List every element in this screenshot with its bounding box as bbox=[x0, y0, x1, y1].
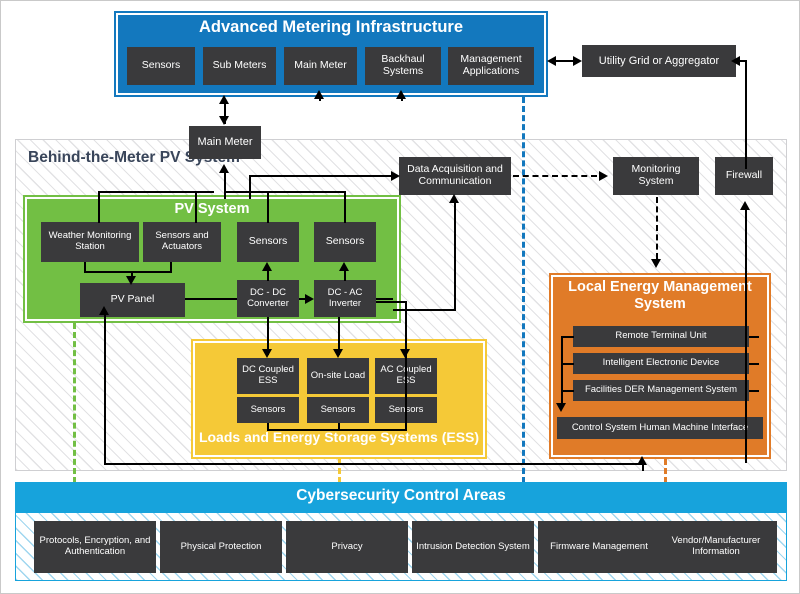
ami-cyber-link bbox=[522, 97, 525, 483]
main-meter-node[interactable]: Main Meter bbox=[189, 126, 261, 159]
pv-node-sensors-dcdc[interactable]: Sensors bbox=[237, 222, 299, 262]
pv-node-dc-ac-inverter[interactable]: DC - AC Inverter bbox=[314, 280, 376, 317]
lems-cyber-link bbox=[664, 459, 667, 483]
ami-node-sensors[interactable]: Sensors bbox=[127, 47, 195, 85]
data-acquisition-node[interactable]: Data Acquisition and Communication bbox=[399, 157, 511, 195]
cyber-node-firmware-management[interactable]: Firmware Management bbox=[538, 521, 660, 573]
pv-node-dc-dc-converter[interactable]: DC - DC Converter bbox=[237, 280, 299, 317]
cyber-node-physical-protection[interactable]: Physical Protection bbox=[160, 521, 282, 573]
cyber-node-vendor-manufacturer-information[interactable]: Vendor/Manufacturer Information bbox=[655, 521, 777, 573]
diagram-canvas: Behind-the-Meter PV System Advanced Mete… bbox=[0, 0, 800, 594]
cybersecurity-title: Cybersecurity Control Areas bbox=[296, 487, 506, 504]
ess-node-sensors-load[interactable]: Sensors bbox=[307, 397, 369, 423]
ess-node-on-site-load[interactable]: On-site Load bbox=[307, 358, 369, 394]
cyber-node-privacy[interactable]: Privacy bbox=[286, 521, 408, 573]
lems-node-intelligent-electronic-device[interactable]: Intelligent Electronic Device bbox=[573, 353, 749, 374]
pv-node-sensors-dcac[interactable]: Sensors bbox=[314, 222, 376, 262]
pv-node-weather-monitoring-station[interactable]: Weather Monitoring Station bbox=[41, 222, 139, 262]
monitoring-system-node[interactable]: Monitoring System bbox=[613, 157, 699, 195]
pv-node-pv-panel[interactable]: PV Panel bbox=[80, 283, 185, 317]
ami-node-management-applications[interactable]: Management Applications bbox=[448, 47, 534, 85]
ami-title: Advanced Metering Infrastructure bbox=[198, 18, 464, 36]
lems-node-remote-terminal-unit[interactable]: Remote Terminal Unit bbox=[573, 326, 749, 347]
ami-node-backhaul-systems[interactable]: Backhaul Systems bbox=[365, 47, 441, 85]
ami-node-main-meter[interactable]: Main Meter bbox=[284, 47, 357, 85]
lems-node-facilities-der-management-system[interactable]: Facilities DER Management System bbox=[573, 380, 749, 401]
lems-node-control-system-hmi[interactable]: Control System Human Machine Interface bbox=[557, 417, 763, 439]
ess-title: Loads and Energy Storage Systems (ESS) bbox=[198, 429, 480, 445]
lems-title: Local Energy Management System bbox=[568, 279, 752, 312]
cyber-node-intrusion-detection-system[interactable]: Intrusion Detection System bbox=[412, 521, 534, 573]
ami-node-sub-meters[interactable]: Sub Meters bbox=[203, 47, 276, 85]
utility-grid-node[interactable]: Utility Grid or Aggregator bbox=[582, 45, 736, 77]
firewall-node[interactable]: Firewall bbox=[715, 157, 773, 195]
cyber-node-protocols-encryption-authentication[interactable]: Protocols, Encryption, and Authenticatio… bbox=[34, 521, 156, 573]
pv-node-sensors-and-actuators[interactable]: Sensors and Actuators bbox=[143, 222, 221, 262]
pv-cyber-link bbox=[73, 323, 76, 483]
ess-node-sensors-dc[interactable]: Sensors bbox=[237, 397, 299, 423]
ess-node-dc-coupled-ess[interactable]: DC Coupled ESS bbox=[237, 358, 299, 394]
